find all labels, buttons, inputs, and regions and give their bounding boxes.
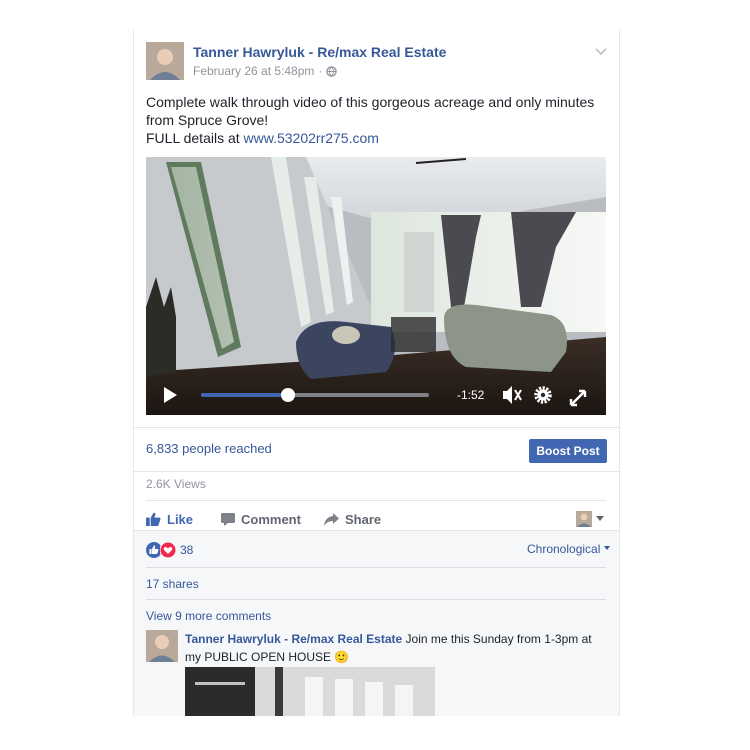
post-date[interactable]: February 26 at 5:48pm — [193, 64, 314, 78]
fullscreen-icon[interactable] — [569, 389, 587, 407]
love-reaction-icon — [160, 542, 176, 558]
settings-gear-icon[interactable] — [534, 386, 552, 404]
progress-bar[interactable] — [201, 388, 429, 402]
post-text-line-1: Complete walk through video of this gorg… — [146, 94, 595, 110]
view-more-comments-link[interactable]: View 9 more comments — [146, 609, 271, 623]
boost-post-button[interactable]: Boost Post — [529, 439, 607, 463]
post-text: Complete walk through video of this gorg… — [146, 93, 606, 147]
post-text-line-2: from Spruce Grove! — [146, 112, 269, 128]
divider — [134, 530, 619, 531]
post-header: Tanner Hawryluk - Re/max Real Estate Feb… — [146, 42, 608, 82]
post-text-prefix: FULL details at — [146, 130, 244, 146]
commenter-avatar[interactable] — [146, 630, 178, 662]
comment-photo[interactable] — [185, 667, 435, 716]
divider — [146, 567, 606, 568]
reaction-count: 38 — [180, 543, 194, 557]
chevron-down-icon[interactable] — [594, 44, 608, 58]
divider — [134, 427, 619, 428]
sort-dropdown[interactable]: Chronological — [527, 542, 610, 556]
caret-down-icon — [596, 516, 604, 521]
divider — [134, 471, 619, 472]
post-actions: Like Comment Share — [146, 506, 606, 532]
like-button[interactable]: Like — [146, 506, 193, 532]
post-as-selector[interactable] — [576, 511, 604, 527]
page-avatar-icon — [576, 511, 592, 527]
reactions-row[interactable]: 38 — [146, 540, 193, 560]
comment-body: Tanner Hawryluk - Re/max Real Estate Joi… — [185, 630, 605, 666]
meta-separator: · — [318, 64, 323, 78]
caret-down-icon — [603, 546, 610, 550]
comment-label: Comment — [241, 511, 301, 527]
smile-emoji-icon: 🙂 — [334, 650, 350, 664]
mute-icon[interactable] — [503, 386, 522, 404]
like-label: Like — [167, 511, 194, 527]
video-player[interactable]: -1:52 — [146, 157, 606, 415]
author-avatar[interactable] — [146, 42, 184, 80]
time-remaining: -1:52 — [457, 388, 485, 402]
commenter-name-link[interactable]: Tanner Hawryluk - Re/max Real Estate — [185, 632, 402, 646]
share-arrow-icon — [324, 512, 339, 526]
shares-link[interactable]: 17 shares — [146, 577, 199, 591]
video-controls: -1:52 — [146, 375, 606, 415]
thumbs-up-icon — [146, 512, 161, 526]
divider — [146, 599, 606, 600]
post-meta: February 26 at 5:48pm · — [193, 64, 338, 78]
comment-icon — [221, 512, 235, 526]
author-name-link[interactable]: Tanner Hawryluk - Re/max Real Estate — [193, 44, 446, 60]
details-link[interactable]: www.53202rr275.com — [244, 130, 379, 146]
share-label: Share — [345, 511, 382, 527]
views-count: 2.6K Views — [146, 477, 206, 491]
sort-label: Chronological — [527, 542, 601, 556]
post-text-line-3: FULL details at www.53202rr275.com — [146, 129, 606, 147]
globe-icon — [326, 65, 338, 77]
facebook-post: Tanner Hawryluk - Re/max Real Estate Feb… — [133, 30, 620, 716]
divider — [146, 500, 606, 501]
comment-button[interactable]: Comment — [221, 506, 301, 532]
share-button[interactable]: Share — [324, 506, 381, 532]
play-icon[interactable] — [164, 387, 177, 403]
people-reached-link[interactable]: 6,833 people reached — [146, 441, 272, 456]
